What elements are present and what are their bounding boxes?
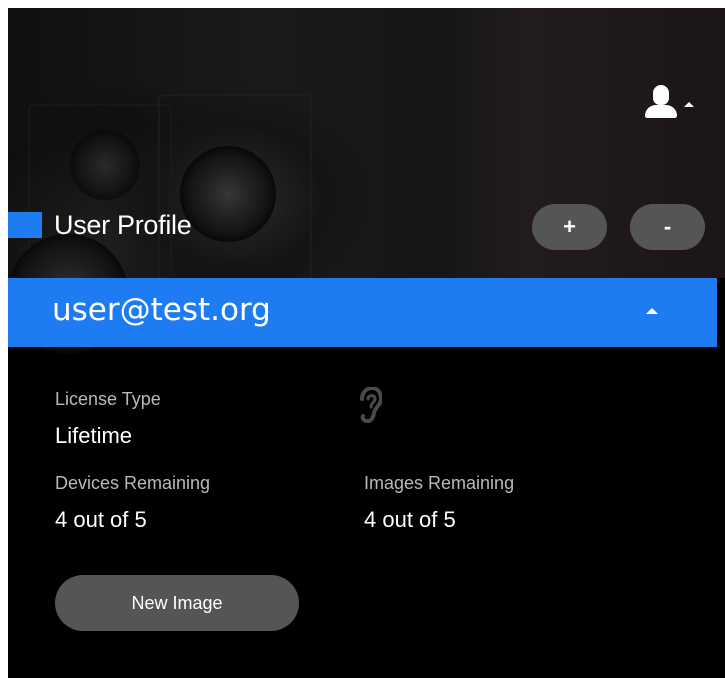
section-marker — [8, 212, 42, 238]
user-menu[interactable] — [644, 82, 714, 122]
account-header[interactable]: user@test.org — [8, 278, 717, 347]
remove-profile-button[interactable]: - — [630, 204, 705, 250]
license-type-label: License Type — [55, 389, 161, 409]
account-email: user@test.org — [52, 292, 271, 328]
images-remaining-value: 4 out of 5 — [364, 507, 456, 532]
speaker-tweeter — [70, 130, 140, 200]
devices-remaining-value: 4 out of 5 — [55, 507, 147, 532]
page-title: User Profile — [54, 210, 192, 240]
ear-icon — [360, 387, 382, 423]
license-details: License Type Lifetime Devices Remaining … — [8, 347, 717, 678]
add-profile-button[interactable]: + — [532, 204, 607, 250]
images-remaining-label: Images Remaining — [364, 473, 515, 493]
caret-up-icon — [684, 101, 694, 107]
user-icon — [644, 85, 678, 119]
profile-header: User Profile + - — [8, 198, 725, 254]
new-image-button[interactable]: New Image — [55, 575, 299, 631]
devices-remaining-label: Devices Remaining — [55, 473, 211, 493]
license-type-value: Lifetime — [55, 423, 133, 448]
app-window: User Profile + - user@test.org License T… — [8, 8, 725, 678]
caret-up-icon[interactable] — [646, 308, 658, 314]
